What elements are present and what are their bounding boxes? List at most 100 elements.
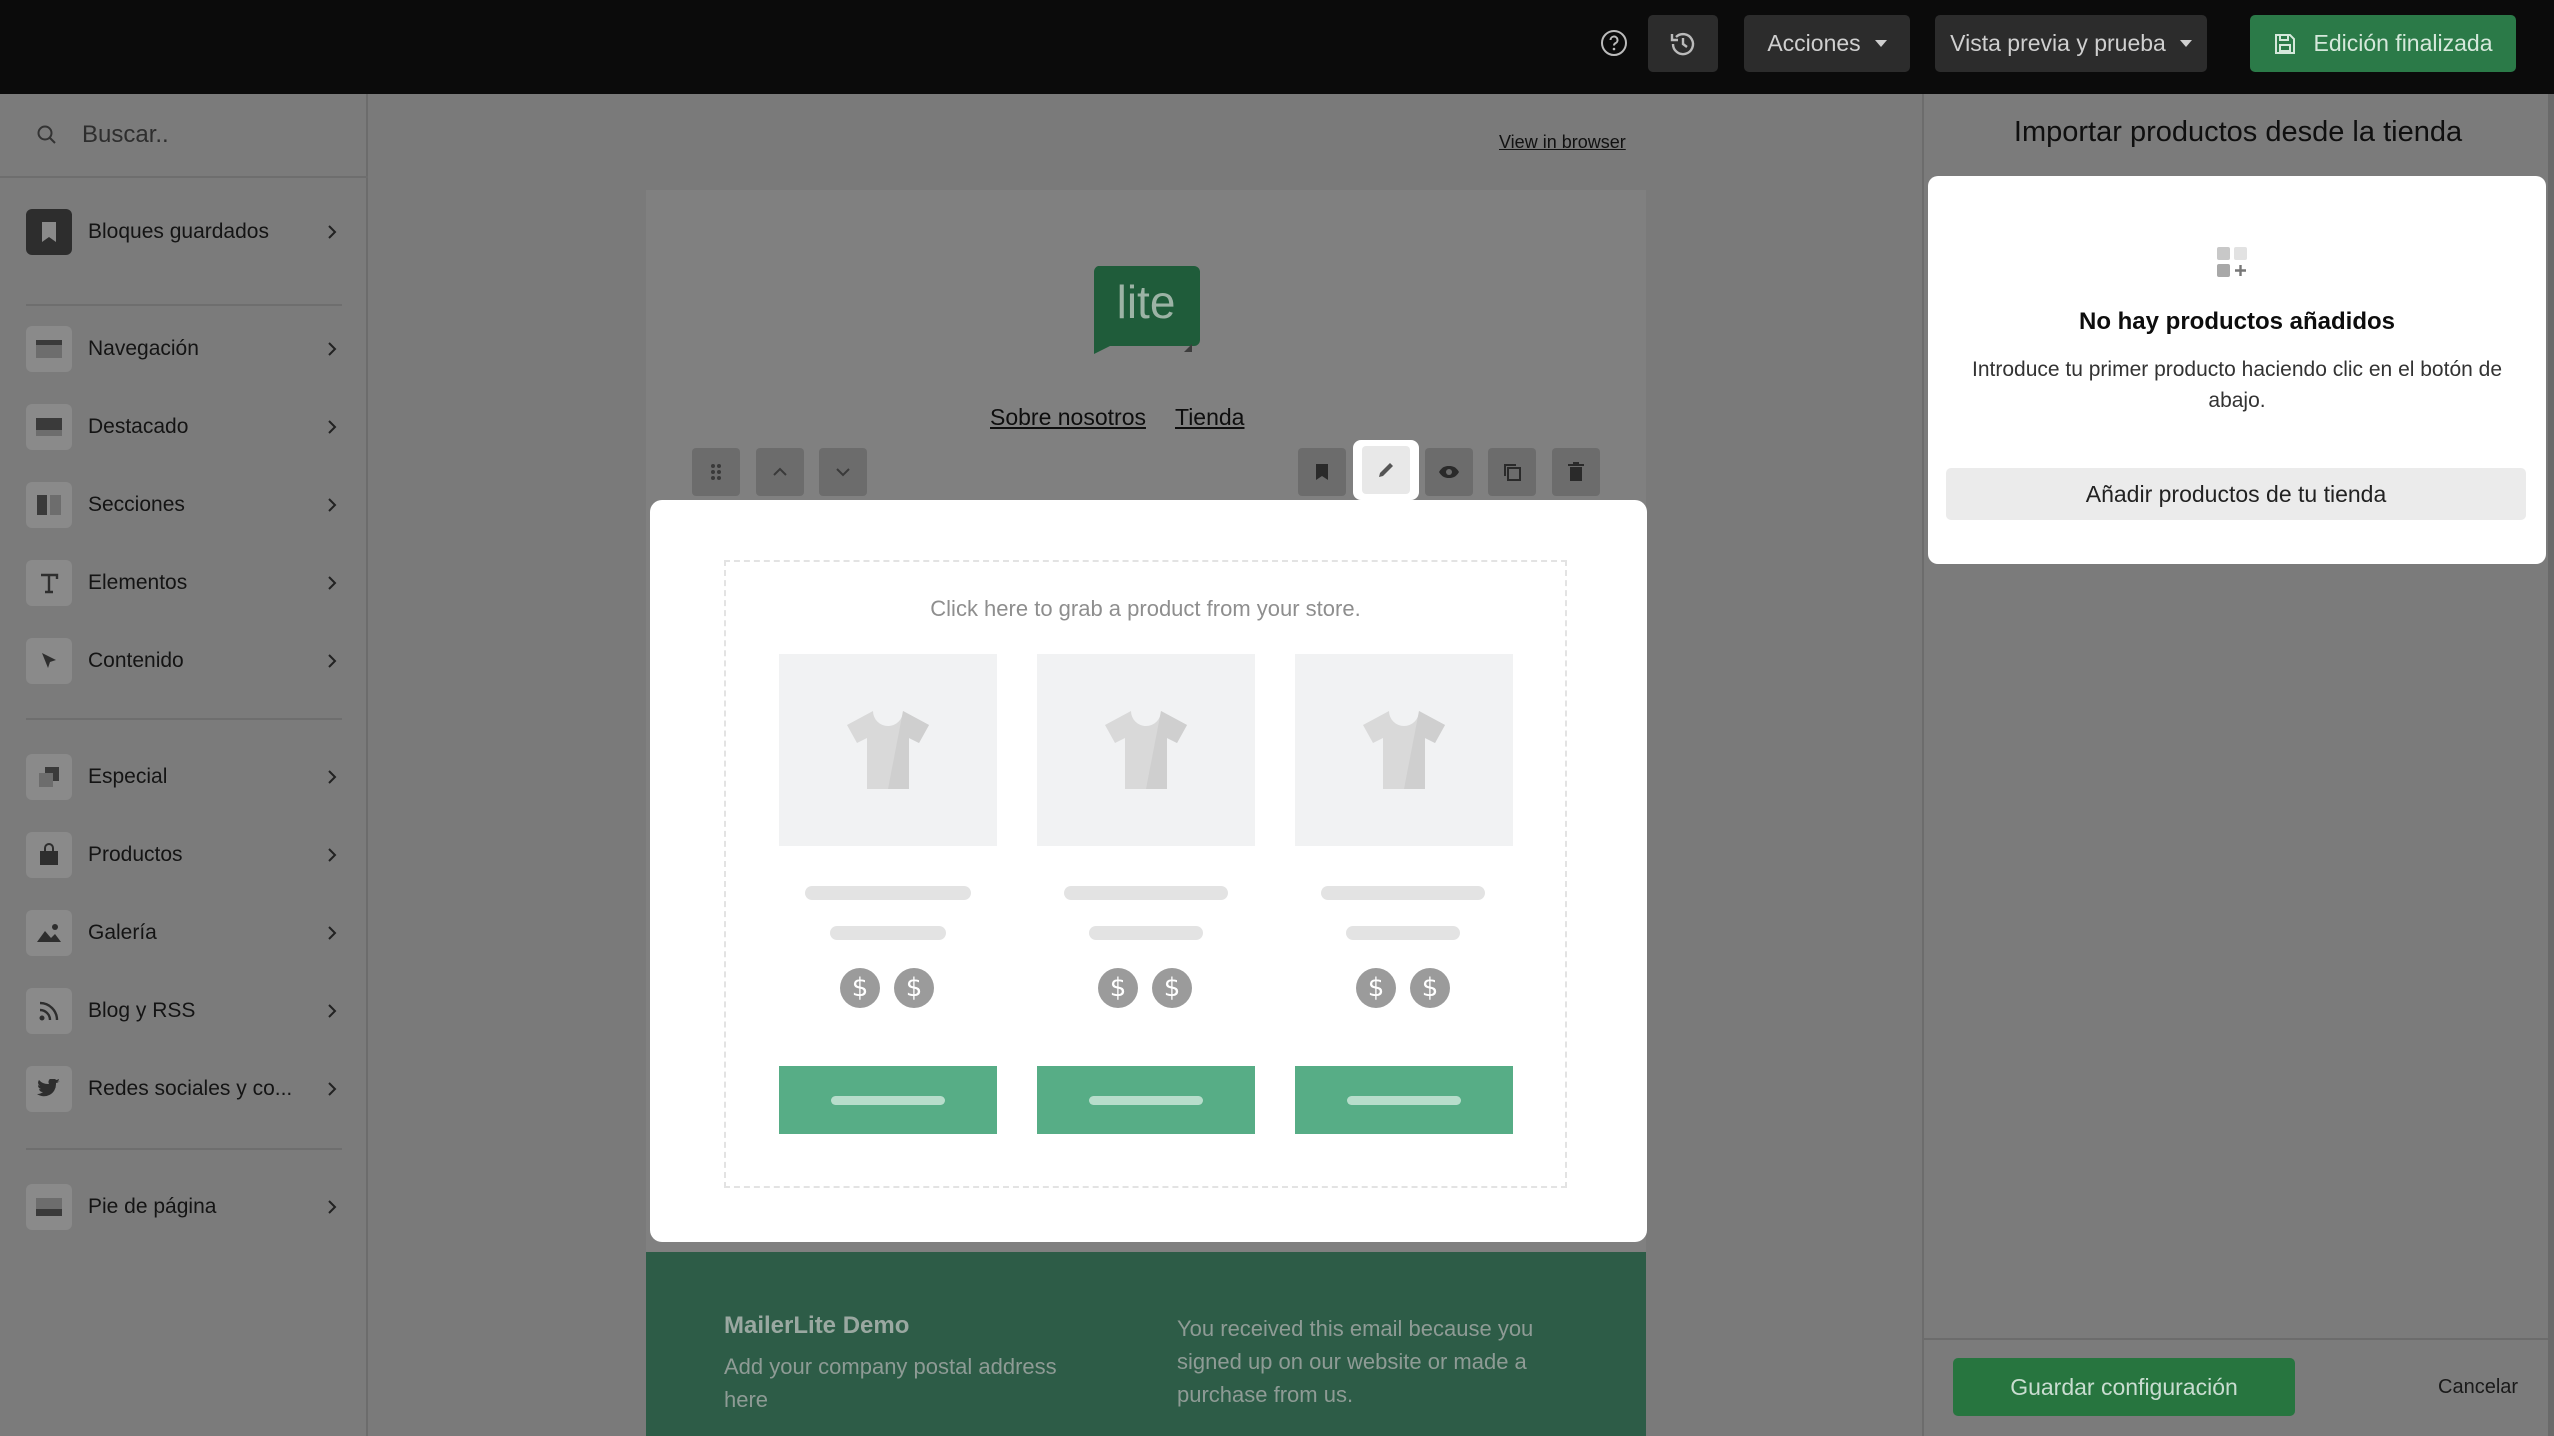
sidebar-item-elements[interactable]: Elementos (26, 558, 342, 608)
sidebar-item-footer[interactable]: Pie de página (26, 1182, 342, 1232)
tshirt-icon (847, 711, 929, 789)
sidebar-item-navigation[interactable]: Navegación (26, 324, 342, 374)
panel-title: Importar productos desde la tienda (2013, 116, 2463, 148)
product-title-placeholder (805, 886, 971, 900)
sidebar-item-label: Bloques guardados (88, 220, 269, 243)
add-store-products-button[interactable]: Añadir productos de tu tienda (1946, 468, 2526, 520)
bookmark-icon (1316, 464, 1328, 480)
search-icon (37, 125, 56, 144)
top-bar: Acciones Vista previa y prueba Edición f… (0, 0, 2554, 94)
chevron-right-icon (322, 1199, 342, 1215)
trash-icon (1568, 462, 1584, 481)
sidebar-item-label: Secciones (88, 493, 185, 516)
search-input[interactable]: Buscar.. (82, 121, 169, 149)
cursor-icon (26, 638, 72, 684)
bag-icon (26, 832, 72, 878)
empty-state-title: No hay productos añadidos (2078, 308, 2396, 335)
done-editing-button[interactable]: Edición finalizada (2250, 15, 2516, 72)
sidebar-divider (26, 718, 342, 720)
sidebar-item-label: Navegación (88, 337, 199, 360)
sidebar-item-sections[interactable]: Secciones (26, 480, 342, 530)
add-grid-icon (2217, 247, 2247, 277)
sidebar-item-label: Pie de página (88, 1195, 217, 1218)
sidebar-item-social[interactable]: Redes sociales y co... (26, 1064, 342, 1114)
price-coin-icon: $ (840, 968, 880, 1008)
footer-icon (26, 1184, 72, 1230)
tshirt-icon (1105, 711, 1187, 789)
chevron-right-icon (322, 497, 342, 513)
footer-company-name: MailerLite Demo (724, 1312, 910, 1339)
history-button[interactable] (1648, 15, 1718, 72)
product-title-placeholder (1321, 886, 1485, 900)
actions-dropdown[interactable]: Acciones (1744, 15, 1910, 72)
preview-dropdown[interactable]: Vista previa y prueba (1935, 15, 2207, 72)
pencil-icon (1379, 463, 1393, 477)
drag-handle-button[interactable] (692, 448, 740, 496)
chevron-right-icon (322, 341, 342, 357)
duplicate-block-button[interactable] (1488, 448, 1536, 496)
chevron-right-icon (322, 769, 342, 785)
sidebar-item-label: Blog y RSS (88, 999, 196, 1022)
product-buy-button-placeholder (1295, 1066, 1513, 1134)
menu-link-about[interactable]: Sobre nosotros (990, 404, 1146, 431)
save-icon (2275, 33, 2296, 54)
sidebar-item-label: Galería (88, 921, 157, 944)
menu-link-shop[interactable]: Tienda (1175, 404, 1244, 431)
price-coin-icon: $ (1098, 968, 1138, 1008)
save-block-button[interactable] (1298, 448, 1346, 496)
delete-block-button[interactable] (1552, 448, 1600, 496)
copy-icon (1504, 464, 1521, 481)
sidebar-divider (26, 1148, 342, 1150)
eye-icon (1439, 466, 1459, 478)
product-buy-button-placeholder (779, 1066, 997, 1134)
image-icon (26, 910, 72, 956)
move-down-button[interactable] (819, 448, 867, 496)
edit-block-inner (1362, 446, 1410, 494)
edit-block-button[interactable] (1353, 440, 1419, 500)
chevron-down-icon (836, 468, 850, 477)
price-coin-icon: $ (1410, 968, 1450, 1008)
tshirt-icon (1363, 711, 1445, 789)
sidebar-item-content[interactable]: Contenido (26, 636, 342, 686)
empty-state-description: Introduce tu primer producto haciendo cl… (1972, 358, 2502, 412)
sidebar-divider (26, 304, 342, 306)
cancel-link[interactable]: Cancelar (2438, 1376, 2518, 1399)
preview-label: Vista previa y prueba (1950, 30, 2166, 56)
chevron-up-icon (773, 467, 787, 476)
sidebar-item-featured[interactable]: Destacado (26, 402, 342, 452)
grab-product-text: Click here to grab a product from your s… (930, 596, 1361, 621)
drag-handle-icon (711, 464, 721, 480)
sidebar-item-label: Contenido (88, 649, 184, 672)
chevron-right-icon (322, 575, 342, 591)
product-image-placeholder (779, 654, 997, 846)
price-coin-icon: $ (894, 968, 934, 1008)
twitter-icon (26, 1066, 72, 1112)
chevron-right-icon (322, 224, 342, 240)
navigation-icon (26, 326, 72, 372)
history-icon (1670, 32, 1695, 55)
sidebar-item-saved-blocks[interactable]: Bloques guardados (26, 207, 342, 257)
actions-label: Acciones (1767, 30, 1861, 56)
sidebar-item-special[interactable]: Especial (26, 752, 342, 802)
rss-icon (26, 988, 72, 1034)
view-in-browser-link[interactable]: View in browser (1499, 132, 1626, 153)
move-up-button[interactable] (756, 448, 804, 496)
panel-scrollbar[interactable] (2548, 94, 2554, 1436)
preview-block-button[interactable] (1425, 448, 1473, 496)
chevron-right-icon (322, 419, 342, 435)
featured-icon (26, 404, 72, 450)
chevron-right-icon (322, 847, 342, 863)
sidebar-item-blog-rss[interactable]: Blog y RSS (26, 986, 342, 1036)
help-circle-icon (1601, 30, 1627, 56)
product-image-placeholder (1037, 654, 1255, 846)
sidebar-item-products[interactable]: Productos (26, 830, 342, 880)
sidebar-item-label: Elementos (88, 571, 188, 594)
save-settings-button[interactable]: Guardar configuración (1953, 1358, 2295, 1416)
sidebar-item-gallery[interactable]: Galería (26, 908, 342, 958)
search-bar[interactable]: Buscar.. (0, 94, 368, 178)
product-subtitle-placeholder (1089, 926, 1203, 940)
help-button[interactable] (1594, 23, 1634, 63)
bookmark-icon (26, 209, 72, 255)
logo[interactable]: lite (1092, 266, 1200, 354)
caret-down-icon (1874, 40, 1887, 47)
